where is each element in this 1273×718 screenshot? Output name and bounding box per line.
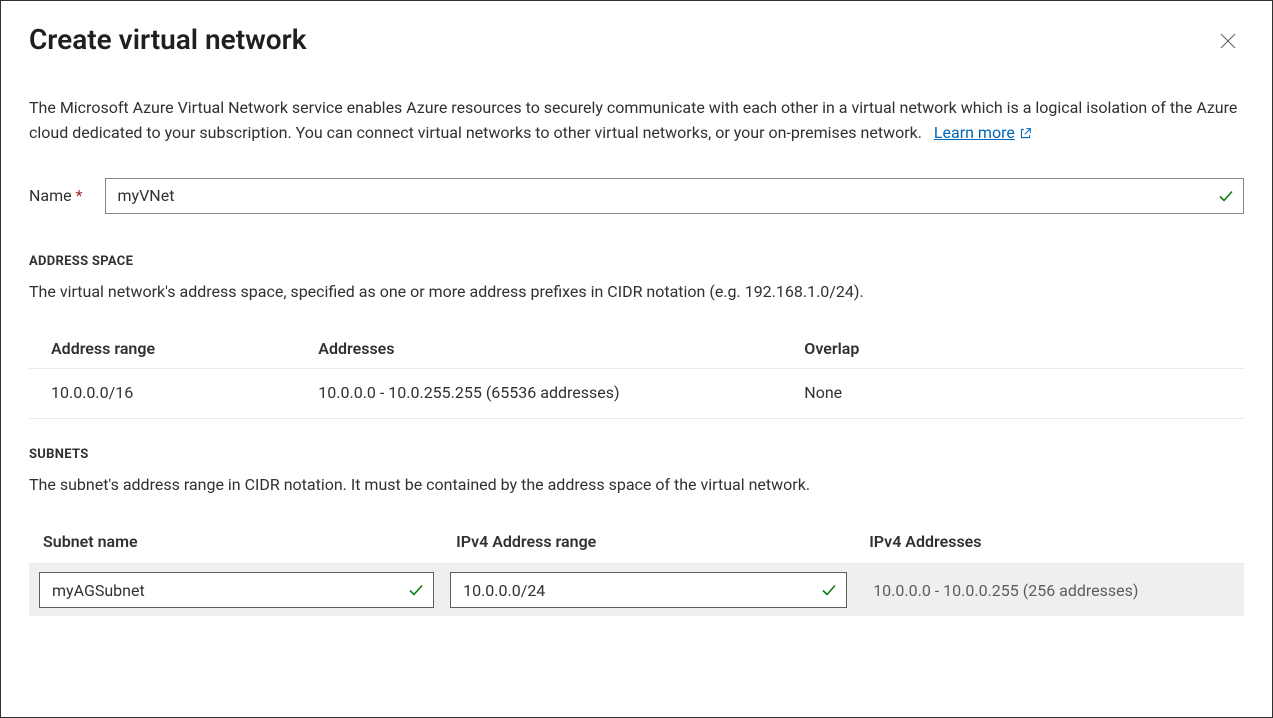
col-subnet-range: IPv4 Address range — [442, 522, 855, 564]
col-subnet-name: Subnet name — [29, 522, 442, 564]
cell-addresses: 10.0.0.0 - 10.0.255.255 (65536 addresses… — [296, 368, 782, 418]
col-subnet-addresses: IPv4 Addresses — [855, 522, 1244, 564]
address-space-table: Address range Addresses Overlap 10.0.0.0… — [29, 329, 1244, 419]
col-overlap: Overlap — [782, 329, 1244, 369]
subnets-heading: SUBNETS — [29, 447, 1244, 462]
address-space-heading: ADDRESS SPACE — [29, 254, 1244, 269]
close-button[interactable] — [1212, 25, 1244, 57]
table-row: 10.0.0.0 - 10.0.0.255 (256 addresses) — [29, 564, 1244, 617]
learn-more-link[interactable]: Learn more — [934, 121, 1032, 146]
external-link-icon — [1019, 127, 1032, 140]
close-icon — [1220, 33, 1236, 49]
required-indicator: * — [76, 186, 83, 205]
learn-more-label: Learn more — [934, 121, 1015, 146]
address-space-description: The virtual network's address space, spe… — [29, 281, 1244, 303]
name-field-label: Name * — [29, 186, 83, 205]
description-text: The Microsoft Azure Virtual Network serv… — [29, 96, 1244, 146]
subnets-description: The subnet's address range in CIDR notat… — [29, 474, 1244, 496]
subnets-table: Subnet name IPv4 Address range IPv4 Addr… — [29, 522, 1244, 616]
vnet-name-input[interactable] — [105, 178, 1245, 214]
table-row: 10.0.0.0/16 10.0.0.0 - 10.0.255.255 (655… — [29, 368, 1244, 418]
cell-address-range: 10.0.0.0/16 — [29, 368, 296, 418]
description-body: The Microsoft Azure Virtual Network serv… — [29, 98, 1237, 142]
col-addresses: Addresses — [296, 329, 782, 369]
cell-overlap: None — [782, 368, 1244, 418]
subnet-range-input[interactable] — [450, 572, 847, 608]
page-title: Create virtual network — [29, 23, 307, 56]
col-address-range: Address range — [29, 329, 296, 369]
subnet-addresses-value: 10.0.0.0 - 10.0.0.255 (256 addresses) — [863, 581, 1138, 600]
subnet-name-input[interactable] — [39, 572, 434, 608]
